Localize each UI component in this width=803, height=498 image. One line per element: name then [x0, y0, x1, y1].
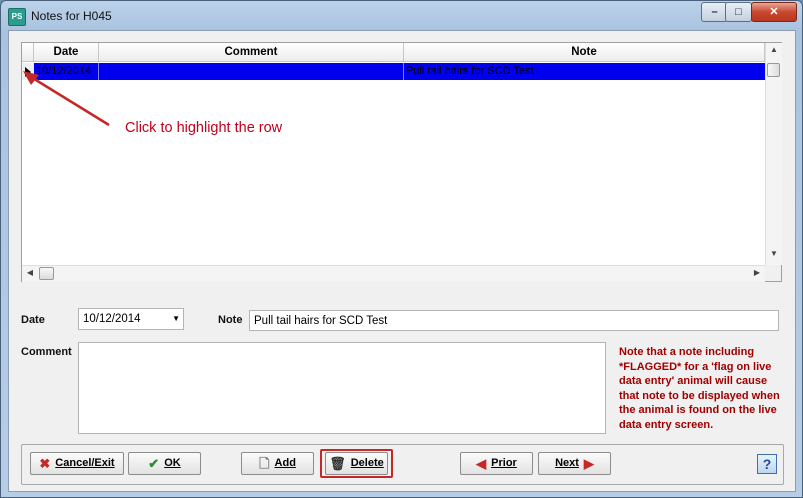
help-button[interactable]: ?	[757, 454, 777, 474]
next-label: Next	[555, 457, 579, 469]
column-header-comment[interactable]: Comment	[99, 43, 404, 62]
minimize-button[interactable]: –	[701, 2, 728, 22]
cell-comment[interactable]	[99, 63, 404, 80]
green-check-icon: ✔	[148, 456, 160, 471]
prior-label: Prior	[491, 457, 517, 469]
date-field[interactable]: 10/12/2014 ▼	[78, 308, 184, 330]
title-bar[interactable]: PS Notes for H045 – □ ✕	[1, 1, 802, 31]
scroll-up-icon[interactable]: ▲	[766, 45, 782, 54]
delete-highlight-box	[320, 449, 393, 478]
vertical-scrollbar[interactable]: ▲ ▼	[765, 43, 782, 265]
notes-window: PS Notes for H045 – □ ✕ Date Comment Not…	[0, 0, 803, 498]
left-arrow-icon: ◀	[476, 456, 487, 471]
button-bar: ✖ Cancel/Exit ✔ OK 🗋 Add 🗑 Delete ◀ Prior Nex…	[21, 444, 784, 485]
vertical-scroll-thumb[interactable]	[767, 63, 780, 77]
scroll-corner	[765, 265, 781, 281]
close-icon: ✕	[769, 6, 779, 18]
ok-button[interactable]: ✔ OK	[128, 452, 201, 475]
flagged-notice: Note that a note including *FLAGGED* for…	[619, 346, 780, 431]
horizontal-scroll-thumb[interactable]	[39, 267, 54, 280]
add-button[interactable]: 🗋 Add	[241, 452, 314, 475]
scroll-left-icon[interactable]: ◀	[22, 268, 38, 277]
notes-grid: Date Comment Note 10/12/2014 Pull tail h…	[21, 42, 782, 282]
annotation-callout: Click to highlight the row	[125, 120, 283, 136]
ok-label: OK	[164, 457, 181, 469]
scroll-right-icon[interactable]: ▶	[749, 268, 765, 277]
note-label: Note	[218, 314, 243, 326]
cancel-exit-button[interactable]: ✖ Cancel/Exit	[30, 452, 124, 475]
row-selector-header	[22, 43, 34, 62]
add-label: Add	[274, 457, 296, 469]
prior-button[interactable]: ◀ Prior	[460, 452, 533, 475]
close-button[interactable]: ✕	[751, 2, 797, 22]
window-title: Notes for H045	[31, 9, 112, 23]
red-x-icon: ✖	[39, 456, 51, 471]
cancel-exit-label: Cancel/Exit	[55, 457, 115, 469]
chevron-down-icon[interactable]: ▼	[172, 309, 180, 329]
help-icon: ?	[762, 456, 772, 472]
column-header-date[interactable]: Date	[34, 43, 99, 62]
column-header-note[interactable]: Note	[404, 43, 765, 62]
note-field[interactable]: Pull tail hairs for SCD Test	[249, 310, 779, 331]
app-icon: PS	[8, 8, 26, 26]
horizontal-scrollbar[interactable]: ◀ ▶	[22, 265, 765, 282]
right-arrow-icon: ▶	[583, 456, 594, 471]
date-value: 10/12/2014	[83, 313, 141, 325]
maximize-button[interactable]: □	[725, 2, 752, 22]
date-label: Date	[21, 314, 45, 326]
scroll-down-icon[interactable]: ▼	[766, 249, 782, 258]
maximize-icon: □	[735, 6, 742, 18]
note-value: Pull tail hairs for SCD Test	[254, 315, 388, 327]
annotation-arrow-icon	[23, 71, 110, 127]
cell-note[interactable]: Pull tail hairs for SCD Test	[404, 63, 765, 80]
comment-label: Comment	[21, 346, 72, 358]
comment-field[interactable]	[78, 342, 606, 434]
minimize-icon: –	[711, 6, 718, 18]
dialog-client-area: Date Comment Note 10/12/2014 Pull tail h…	[8, 30, 796, 492]
next-button[interactable]: Next ▶	[538, 452, 611, 475]
new-document-icon: 🗋	[259, 456, 270, 471]
